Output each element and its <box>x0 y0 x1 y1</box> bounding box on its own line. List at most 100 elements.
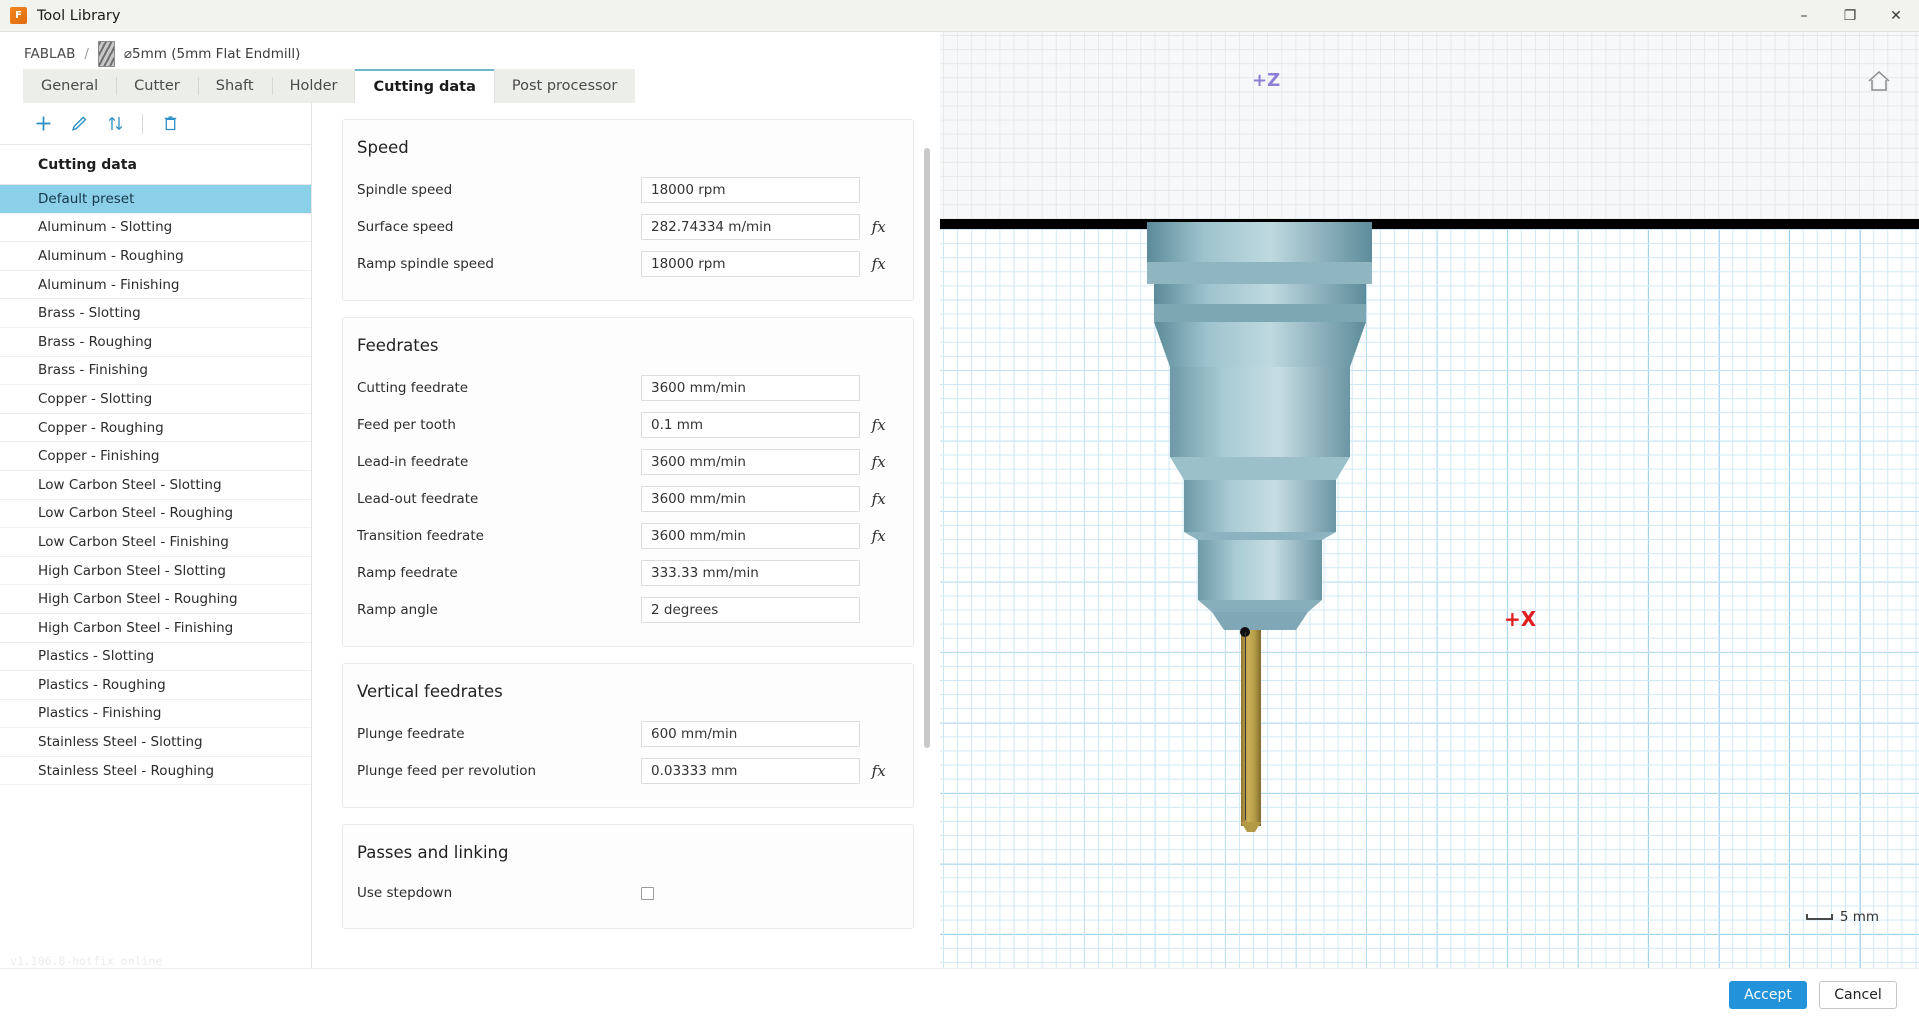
section-title-passes-and-linking: Passes and linking <box>357 843 509 862</box>
preset-item-copper-roughing[interactable]: Copper - Roughing <box>0 414 311 443</box>
cancel-button[interactable]: Cancel <box>1819 980 1897 1009</box>
preset-item-aluminum-roughing[interactable]: Aluminum - Roughing <box>0 242 311 271</box>
fx-button-surface-speed[interactable]: fx <box>866 218 891 236</box>
input-feed-per-tooth[interactable]: 0.1 mm <box>641 411 861 438</box>
preset-item-plastics-slotting[interactable]: Plastics - Slotting <box>0 643 311 672</box>
input-plunge-feedrate[interactable]: 600 mm/min <box>641 720 861 747</box>
preset-item-copper-finishing[interactable]: Copper - Finishing <box>0 442 311 471</box>
fx-button-lead-out-feedrate[interactable]: fx <box>866 490 891 508</box>
label-plunge-feed-per-revolution: Plunge feed per revolution <box>357 762 537 779</box>
input-lead-out-feedrate[interactable]: 3600 mm/min <box>641 485 861 512</box>
preset-item-high-carbon-steel-finishing[interactable]: High Carbon Steel - Finishing <box>0 614 311 643</box>
preset-item-brass-finishing[interactable]: Brass - Finishing <box>0 357 311 386</box>
section-speed: Speed Spindle speed 18000 rpm fx Surface… <box>342 119 914 301</box>
delete-preset-button[interactable] <box>155 110 185 138</box>
input-spindle-speed[interactable]: 18000 rpm <box>641 176 861 203</box>
breadcrumb-tool-name: ⌀5mm (5mm Flat Endmill) <box>123 45 301 62</box>
input-ramp-spindle-speed[interactable]: 18000 rpm <box>641 250 861 277</box>
breadcrumb-library-link[interactable]: FABLAB <box>24 46 75 62</box>
stock-top-surface <box>940 219 1919 229</box>
sort-preset-button[interactable] <box>100 110 130 138</box>
preset-item-high-carbon-steel-roughing[interactable]: High Carbon Steel - Roughing <box>0 585 311 614</box>
fx-button-feed-per-tooth[interactable]: fx <box>866 416 891 434</box>
field-surface-speed: Surface speed 282.74334 m/min fx <box>357 208 891 245</box>
viewport-grid-below-stock <box>940 229 1919 968</box>
label-surface-speed: Surface speed <box>357 218 454 235</box>
checkbox-use-stepdown[interactable] <box>641 886 654 900</box>
preset-item-low-carbon-steel-finishing[interactable]: Low Carbon Steel - Finishing <box>0 528 311 557</box>
label-transition-feedrate: Transition feedrate <box>357 527 484 544</box>
viewport-grid-above-stock <box>940 32 1919 223</box>
field-transition-feedrate: Transition feedrate 3600 mm/min fx <box>357 517 891 554</box>
preset-item-default-preset[interactable]: Default preset <box>0 185 311 214</box>
label-lead-in-feedrate: Lead-in feedrate <box>357 453 469 470</box>
preset-item-stainless-steel-roughing[interactable]: Stainless Steel - Roughing <box>0 757 311 786</box>
input-plunge-feed-per-revolution[interactable]: 0.03333 mm <box>641 757 861 784</box>
presets-list: Default preset Aluminum - Slotting Alumi… <box>0 185 311 968</box>
label-lead-out-feedrate: Lead-out feedrate <box>357 490 479 507</box>
form-scrollbar-thumb[interactable] <box>924 148 930 748</box>
tab-post-processor[interactable]: Post processor <box>493 69 636 103</box>
window-title: Tool Library <box>37 7 121 24</box>
input-surface-speed[interactable]: 282.74334 m/min <box>641 213 861 240</box>
field-ramp-spindle-speed: Ramp spindle speed 18000 rpm fx <box>357 245 891 282</box>
tab-cutting-data[interactable]: Cutting data <box>355 69 494 103</box>
fx-button-ramp-spindle-speed[interactable]: fx <box>866 255 891 273</box>
tab-shaft[interactable]: Shaft <box>197 69 272 103</box>
preset-item-plastics-roughing[interactable]: Plastics - Roughing <box>0 671 311 700</box>
home-icon[interactable] <box>1867 70 1891 96</box>
preset-item-copper-slotting[interactable]: Copper - Slotting <box>0 385 311 414</box>
field-cutting-feedrate: Cutting feedrate 3600 mm/min fx <box>357 369 891 406</box>
preset-item-stainless-steel-slotting[interactable]: Stainless Steel - Slotting <box>0 728 311 757</box>
label-ramp-feedrate: Ramp feedrate <box>357 564 458 581</box>
input-ramp-angle[interactable]: 2 degrees <box>641 596 861 623</box>
tab-general[interactable]: General <box>23 69 117 103</box>
preset-item-brass-slotting[interactable]: Brass - Slotting <box>0 299 311 328</box>
left-pane: FABLAB / ⌀5mm (5mm Flat Endmill) General… <box>0 32 940 968</box>
label-cutting-feedrate: Cutting feedrate <box>357 379 469 396</box>
field-use-stepdown: Use stepdown <box>357 876 891 910</box>
preset-item-aluminum-slotting[interactable]: Aluminum - Slotting <box>0 214 311 243</box>
scale-bar-label: 5 mm <box>1839 909 1879 925</box>
fx-button-lead-in-feedrate[interactable]: fx <box>866 453 891 471</box>
accept-button[interactable]: Accept <box>1729 980 1807 1009</box>
add-preset-button[interactable] <box>28 110 58 138</box>
tool-preview-viewport[interactable]: +Z +X 5 mm <box>940 32 1919 968</box>
form-scrollbar-track[interactable] <box>924 113 930 827</box>
input-lead-in-feedrate[interactable]: 3600 mm/min <box>641 448 861 475</box>
window-title-bar: F Tool Library – ❐ ✕ <box>0 0 1919 32</box>
tab-cutter[interactable]: Cutter <box>116 69 198 103</box>
window-body: FABLAB / ⌀5mm (5mm Flat Endmill) General… <box>0 32 1919 968</box>
fx-button-transition-feedrate[interactable]: fx <box>866 527 891 545</box>
section-vertical-feedrates: Vertical feedrates Plunge feedrate 600 m… <box>342 663 914 808</box>
version-label: v1.106.8-hotfix online <box>10 954 163 968</box>
preset-item-aluminum-finishing[interactable]: Aluminum - Finishing <box>0 271 311 300</box>
section-passes-and-linking: Passes and linking Use stepdown <box>342 824 914 929</box>
section-feedrates: Feedrates Cutting feedrate 3600 mm/min f… <box>342 317 914 647</box>
preset-item-low-carbon-steel-slotting[interactable]: Low Carbon Steel - Slotting <box>0 471 311 500</box>
tool-centerline <box>1245 632 1246 820</box>
label-feed-per-tooth: Feed per tooth <box>357 416 456 433</box>
field-spindle-speed: Spindle speed 18000 rpm fx <box>357 171 891 208</box>
axis-x-label: +X <box>1504 607 1537 631</box>
fx-button-plunge-feed-per-revolution[interactable]: fx <box>866 762 891 780</box>
endmill-thumbnail-icon <box>97 40 115 67</box>
field-plunge-feedrate: Plunge feedrate 600 mm/min fx <box>357 715 891 752</box>
axis-z-label: +Z <box>1252 70 1281 91</box>
minimize-button[interactable]: – <box>1781 0 1827 32</box>
preset-item-high-carbon-steel-slotting[interactable]: High Carbon Steel - Slotting <box>0 557 311 586</box>
field-ramp-feedrate: Ramp feedrate 333.33 mm/min fx <box>357 554 891 591</box>
field-feed-per-tooth: Feed per tooth 0.1 mm fx <box>357 406 891 443</box>
edit-preset-button[interactable] <box>64 110 94 138</box>
input-cutting-feedrate[interactable]: 3600 mm/min <box>641 374 861 401</box>
breadcrumb: FABLAB / ⌀5mm (5mm Flat Endmill) <box>0 32 940 69</box>
input-ramp-feedrate[interactable]: 333.33 mm/min <box>641 559 861 586</box>
tab-holder[interactable]: Holder <box>271 69 356 103</box>
preset-item-brass-roughing[interactable]: Brass - Roughing <box>0 328 311 357</box>
section-title-vertical-feedrates: Vertical feedrates <box>357 682 503 701</box>
preset-item-low-carbon-steel-roughing[interactable]: Low Carbon Steel - Roughing <box>0 500 311 529</box>
input-transition-feedrate[interactable]: 3600 mm/min <box>641 522 861 549</box>
maximize-button[interactable]: ❐ <box>1827 0 1873 32</box>
preset-item-plastics-finishing[interactable]: Plastics - Finishing <box>0 700 311 729</box>
close-button[interactable]: ✕ <box>1873 0 1919 32</box>
